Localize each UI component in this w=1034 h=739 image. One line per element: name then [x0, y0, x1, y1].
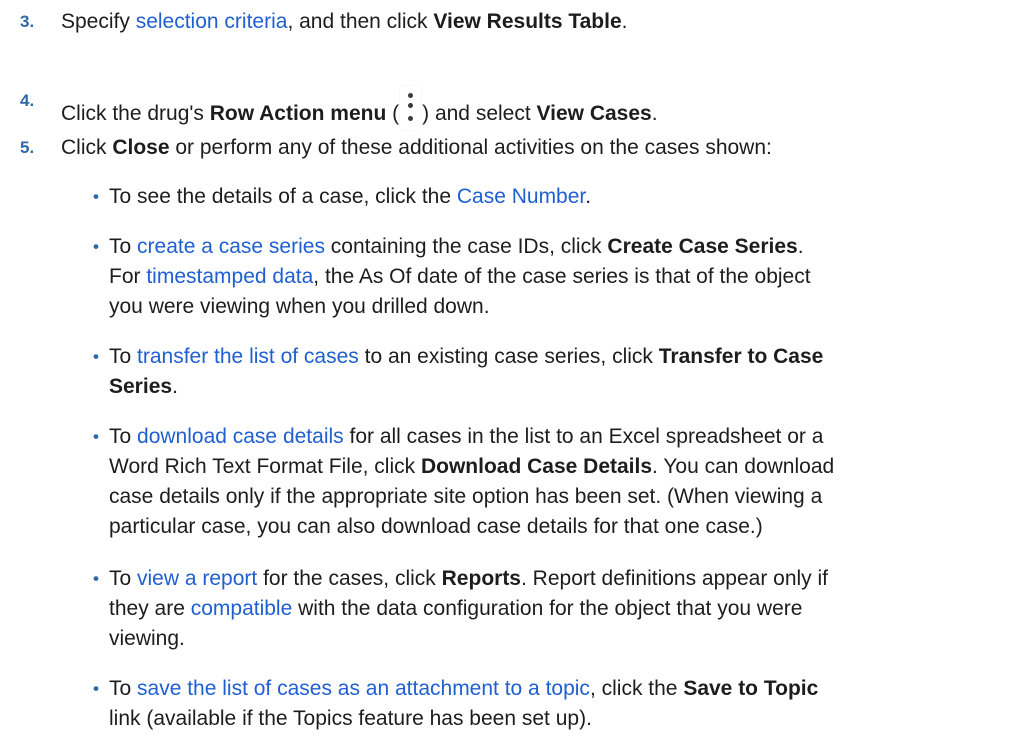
- step-number: 5.: [20, 138, 35, 157]
- download-case-details-label: Download Case Details: [420, 455, 653, 478]
- row-action-menu-label: Row Action menu: [209, 102, 387, 125]
- transfer-list-link[interactable]: transfer the list of cases: [137, 345, 359, 368]
- create-case-series-label: Create Case Series: [607, 235, 798, 258]
- bullet-icon: •: [93, 569, 99, 588]
- case-number-link[interactable]: Case Number: [457, 185, 585, 208]
- view-results-table-label: View Results Table: [433, 10, 622, 33]
- transfer-to-case-series-label: Transfer to Case: [658, 345, 824, 368]
- step-number: 4.: [20, 91, 35, 110]
- compatible-link[interactable]: compatible: [191, 597, 293, 620]
- create-case-series-link[interactable]: create a case series: [137, 235, 325, 258]
- save-to-topic-link[interactable]: save the list of cases as an attachment …: [137, 677, 590, 700]
- selection-criteria-link[interactable]: selection criteria: [136, 10, 288, 33]
- save-to-topic-label: Save to Topic: [683, 677, 819, 700]
- step-text: Click Close or perform any of these addi…: [61, 136, 772, 159]
- bullet-icon: •: [93, 679, 99, 698]
- bullet-icon: •: [93, 237, 99, 256]
- close-label: Close: [112, 136, 170, 159]
- download-case-details-link[interactable]: download case details: [137, 425, 344, 448]
- step-number: 3.: [20, 12, 35, 31]
- bullet-icon: •: [93, 427, 99, 446]
- view-cases-label: View Cases: [536, 102, 652, 125]
- view-report-link[interactable]: view a report: [137, 567, 257, 590]
- step-text: Specify selection criteria, and then cli…: [61, 10, 628, 33]
- bullet-icon: •: [93, 187, 99, 206]
- reports-label: Reports: [441, 567, 521, 590]
- step-text: Click the drug's Row Action menu () and …: [61, 86, 1014, 130]
- timestamped-data-link[interactable]: timestamped data: [146, 265, 313, 288]
- bullet-icon: •: [93, 347, 99, 366]
- vertical-ellipsis-icon: [400, 86, 422, 130]
